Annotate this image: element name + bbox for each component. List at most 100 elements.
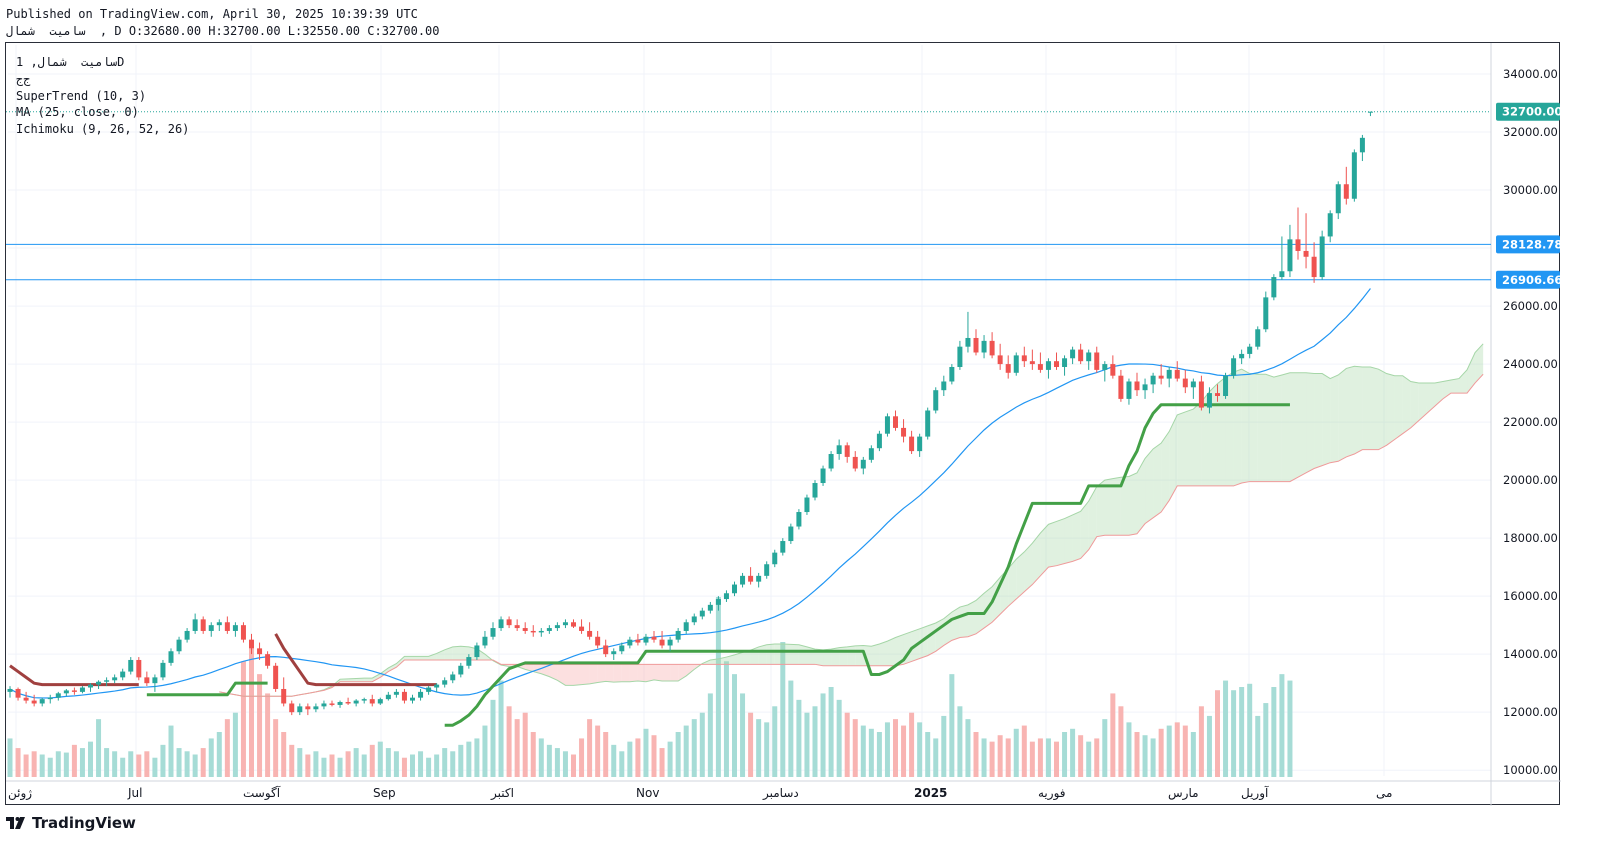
volume-bar xyxy=(587,719,593,777)
candle-body xyxy=(63,690,69,694)
ichimoku-cloud-segment xyxy=(1265,374,1274,482)
volume-bar xyxy=(482,725,488,777)
candle-body xyxy=(1311,256,1317,278)
candle-body xyxy=(514,625,520,629)
ichimoku-cloud-segment xyxy=(1450,378,1459,394)
ichimoku-cloud-segment xyxy=(581,664,590,685)
ichimoku-cloud-segment xyxy=(1298,372,1307,478)
candle-body xyxy=(1367,111,1373,113)
tradingview-brand[interactable]: TradingView xyxy=(6,814,136,832)
candle-body xyxy=(981,340,987,353)
y-tick-label: 30000.00 xyxy=(1503,183,1558,197)
ichimoku-cloud-segment xyxy=(1346,366,1355,457)
volume-bar xyxy=(860,725,866,777)
volume-bar xyxy=(949,674,955,777)
volume-bar xyxy=(1037,738,1043,777)
volume-bar xyxy=(104,748,110,777)
legend-symbol[interactable]: سامیت شمال, 1D xyxy=(16,55,124,69)
y-tick-label: 20000.00 xyxy=(1503,473,1558,487)
candle-body xyxy=(1190,381,1196,388)
volume-bar xyxy=(893,719,898,777)
candle-body xyxy=(788,526,794,542)
ichimoku-cloud-segment xyxy=(1467,352,1476,394)
volume-bar xyxy=(748,712,754,777)
volume-bar xyxy=(393,751,399,777)
volume-bar xyxy=(1029,741,1035,777)
volume-bar xyxy=(200,748,206,777)
candle-body xyxy=(79,687,85,692)
volume-bar xyxy=(1045,738,1051,777)
ichimoku-cloud-segment xyxy=(613,664,622,683)
volume-bar xyxy=(635,738,641,777)
volume-bar xyxy=(1287,680,1293,777)
volume-bar xyxy=(764,722,770,777)
volume-bar xyxy=(1263,703,1269,777)
ichimoku-cloud-segment xyxy=(1185,409,1194,486)
candle-body xyxy=(329,703,335,705)
volume-bar xyxy=(216,732,222,777)
candle-body xyxy=(651,636,657,640)
ichimoku-cloud-segment xyxy=(645,664,654,682)
x-tick-label: Jul xyxy=(127,786,142,800)
legend-supertrend[interactable]: SuperTrend (10, 3) xyxy=(16,89,146,103)
candle-body xyxy=(973,337,979,353)
candle-body xyxy=(144,677,150,684)
candle-body xyxy=(530,630,536,633)
volume-bar xyxy=(1118,706,1124,777)
volume-bar xyxy=(257,674,263,777)
volume-bar xyxy=(353,748,359,777)
y-tick-label: 10000.00 xyxy=(1503,763,1558,777)
candle-body xyxy=(200,619,206,631)
candle-body xyxy=(176,639,182,652)
candle-body xyxy=(442,680,448,685)
candle-body xyxy=(1166,369,1172,379)
candlestick-chart[interactable]: 34000.0032000.0030000.0028000.0026000.00… xyxy=(6,43,1562,806)
candle-body xyxy=(868,448,874,460)
volume-bar xyxy=(1158,728,1164,777)
candle-body xyxy=(828,454,834,469)
volume-bar xyxy=(442,748,448,777)
candle-body xyxy=(1343,184,1349,199)
volume-bar xyxy=(192,754,198,777)
volume-bar xyxy=(31,751,37,777)
volume-bar xyxy=(1005,738,1011,777)
legend-ichimoku[interactable]: Ichimoku (9, 26, 52, 26) xyxy=(16,122,189,136)
volume-bar xyxy=(1134,732,1140,777)
ichimoku-cloud-segment xyxy=(758,644,767,665)
volume-bar xyxy=(401,757,407,777)
candle-body xyxy=(997,355,1003,365)
volume-bar xyxy=(55,751,61,777)
volume-bar xyxy=(1142,735,1148,777)
ichimoku-cloud-segment xyxy=(364,678,373,682)
candle-body xyxy=(917,436,923,452)
volume-bar xyxy=(651,735,657,777)
volume-bar xyxy=(466,741,472,777)
candle-body xyxy=(474,645,480,658)
volume-bar xyxy=(973,732,979,777)
ichimoku-cloud-segment xyxy=(790,644,799,665)
legend-ma[interactable]: MA (25, close, 0) xyxy=(16,105,139,119)
y-tick-label: 18000.00 xyxy=(1503,531,1558,545)
ichimoku-cloud-segment xyxy=(1281,372,1290,482)
volume-bar xyxy=(1215,690,1220,777)
candle-body xyxy=(635,639,641,643)
volume-bar xyxy=(925,732,931,777)
volume-bar xyxy=(249,648,254,777)
volume-bar xyxy=(571,754,576,777)
chart-pane[interactable]: 34000.0032000.0030000.0028000.0026000.00… xyxy=(5,42,1562,806)
volume-bar xyxy=(297,748,303,777)
y-tick-label: 12000.00 xyxy=(1503,705,1558,719)
volume-bar xyxy=(595,725,601,777)
ichimoku-cloud-segment xyxy=(589,664,598,684)
ichimoku-cloud-segment xyxy=(1048,521,1057,568)
volume-bar xyxy=(71,744,77,777)
volume-bar xyxy=(1174,722,1180,777)
candle-body xyxy=(1054,361,1059,367)
volume-bar xyxy=(852,719,858,777)
candle-body xyxy=(1013,355,1019,373)
ichimoku-cloud-segment xyxy=(1128,472,1137,536)
volume-bar xyxy=(1247,683,1253,777)
volume-bar xyxy=(88,741,93,777)
horizontal-line-price-box: 28128.78 xyxy=(1496,235,1562,254)
volume-bar xyxy=(804,712,810,777)
